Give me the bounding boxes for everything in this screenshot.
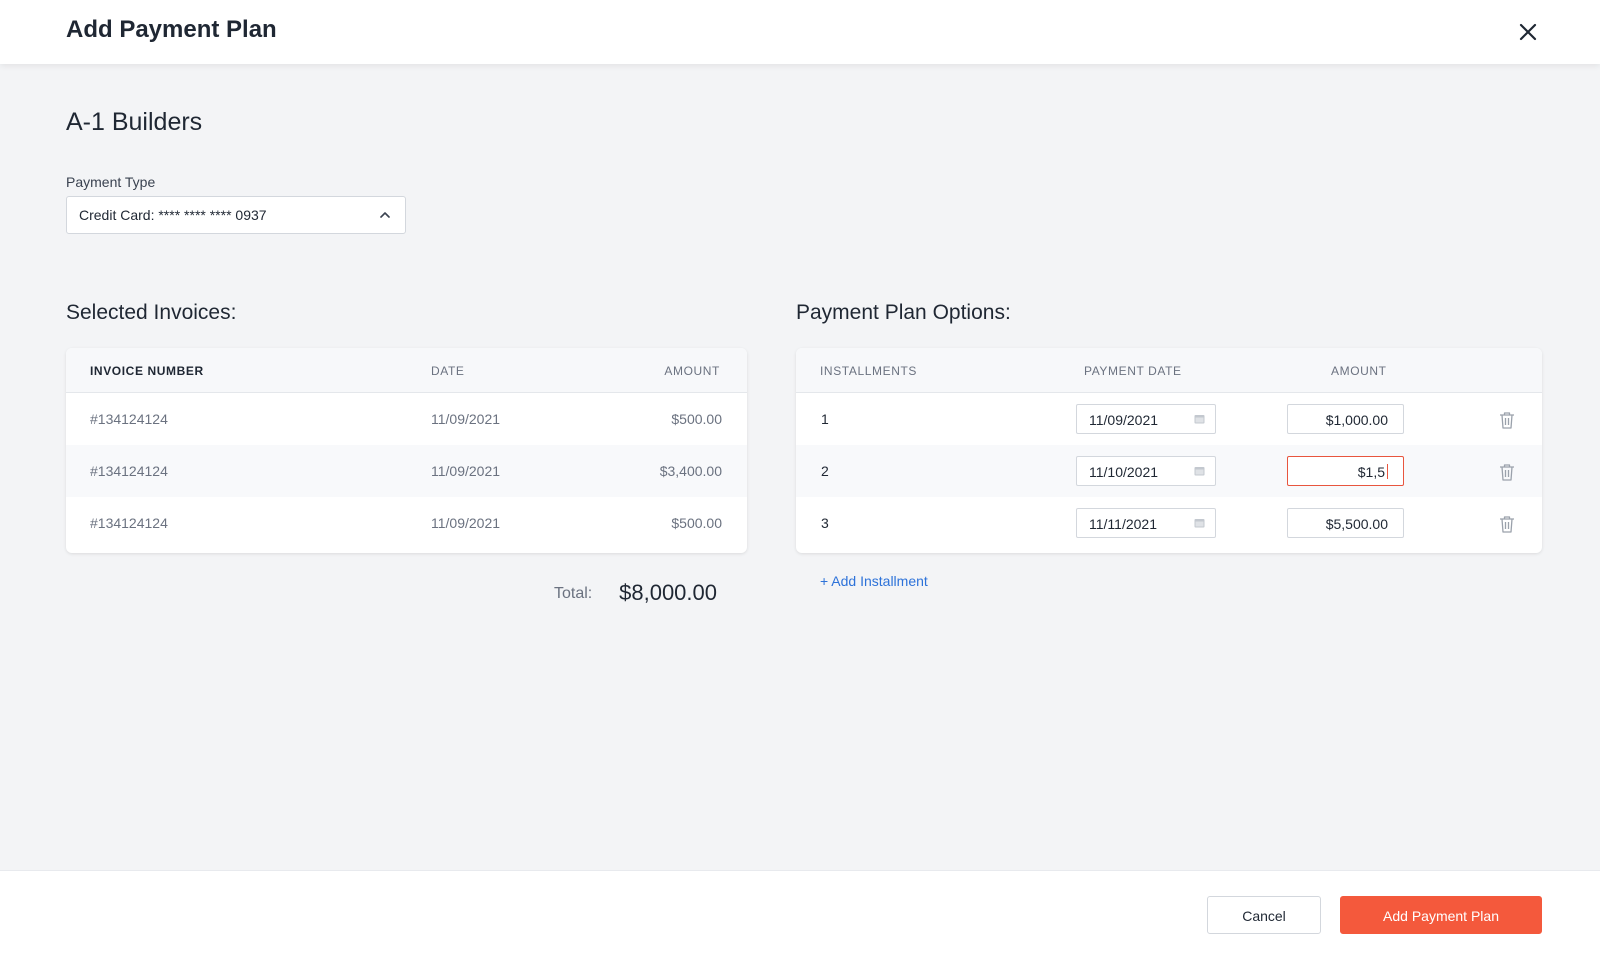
chevron-up-icon [380, 212, 390, 218]
selected-invoices-title: Selected Invoices: [66, 301, 237, 324]
installment-amount-value: $5,500.00 [1325, 516, 1388, 532]
payment-date-input[interactable]: 11/11/2021 [1076, 508, 1216, 538]
column-header-installments: INSTALLMENTS [820, 364, 917, 378]
invoices-table: INVOICE NUMBER DATE AMOUNT #134124124 11… [66, 348, 747, 553]
installment-amount-value: $1,000.00 [1325, 412, 1388, 428]
installment-number: 2 [821, 463, 829, 479]
add-installment-link[interactable]: + Add Installment [820, 573, 928, 589]
trash-icon[interactable] [1499, 463, 1515, 481]
total-value: $8,000.00 [619, 580, 717, 605]
column-header-payment-date: PAYMENT DATE [1084, 364, 1182, 378]
invoice-amount: $500.00 [671, 515, 722, 531]
add-payment-plan-button[interactable]: Add Payment Plan [1340, 896, 1542, 934]
company-name: A-1 Builders [66, 108, 203, 136]
modal-header: Add Payment Plan [0, 0, 1600, 64]
invoice-number: #134124124 [90, 411, 168, 427]
payment-date-value: 11/11/2021 [1089, 516, 1157, 532]
calendar-icon [1194, 467, 1205, 476]
payment-date-input[interactable]: 11/09/2021 [1076, 404, 1216, 434]
installments-table-header: INSTALLMENTS PAYMENT DATE AMOUNT [796, 348, 1542, 393]
calendar-icon [1194, 519, 1205, 528]
calendar-icon [1194, 415, 1205, 424]
invoice-number: #134124124 [90, 515, 168, 531]
payment-type-select[interactable]: Credit Card: **** **** **** 0937 [66, 196, 406, 234]
table-row: 1 11/09/2021 $1,000.00 [796, 393, 1542, 445]
table-row: #134124124 11/09/2021 $500.00 [66, 393, 747, 445]
installment-amount-input[interactable]: $5,500.00 [1287, 508, 1404, 538]
invoice-date: 11/09/2021 [431, 411, 501, 427]
column-header-date: DATE [431, 364, 465, 378]
installment-amount-input[interactable]: $1,5 [1287, 456, 1404, 486]
installment-amount-editing: $1,5 [1358, 464, 1388, 480]
invoice-date: 11/09/2021 [431, 515, 501, 531]
column-header-amount: AMOUNT [664, 364, 720, 378]
payment-date-input[interactable]: 11/10/2021 [1076, 456, 1216, 486]
payment-plan-options-title: Payment Plan Options: [796, 301, 1011, 324]
trash-icon[interactable] [1499, 411, 1515, 429]
total-label: Total: [554, 585, 593, 602]
modal-title: Add Payment Plan [66, 16, 277, 43]
payment-date-value: 11/09/2021 [1089, 412, 1159, 428]
payment-type-value: Credit Card: **** **** **** 0937 [79, 207, 267, 223]
modal-footer: Cancel Add Payment Plan [0, 870, 1600, 958]
close-icon[interactable] [1516, 20, 1540, 44]
cancel-button[interactable]: Cancel [1207, 896, 1321, 934]
installment-amount-input[interactable]: $1,000.00 [1287, 404, 1404, 434]
invoices-table-header: INVOICE NUMBER DATE AMOUNT [66, 348, 747, 393]
column-header-amount: AMOUNT [1331, 364, 1387, 378]
payment-date-value: 11/10/2021 [1089, 464, 1159, 480]
text-cursor [1387, 464, 1388, 479]
table-row: #134124124 11/09/2021 $3,400.00 [66, 445, 747, 497]
column-header-invoice-number: INVOICE NUMBER [90, 364, 204, 378]
trash-icon[interactable] [1499, 515, 1515, 533]
installment-number: 3 [821, 515, 829, 531]
installment-amount-value: $1,5 [1357, 464, 1385, 480]
table-row: #134124124 11/09/2021 $500.00 [66, 497, 747, 549]
installments-table: INSTALLMENTS PAYMENT DATE AMOUNT 1 11/09… [796, 348, 1542, 553]
payment-type-label: Payment Type [66, 174, 156, 190]
invoice-date: 11/09/2021 [431, 463, 501, 479]
installment-number: 1 [821, 411, 829, 427]
invoice-amount: $3,400.00 [659, 463, 722, 479]
invoice-amount: $500.00 [671, 411, 722, 427]
invoice-number: #134124124 [90, 463, 168, 479]
table-row: 2 11/10/2021 $1,5 [796, 445, 1542, 497]
table-row: 3 11/11/2021 $5,500.00 [796, 497, 1542, 549]
